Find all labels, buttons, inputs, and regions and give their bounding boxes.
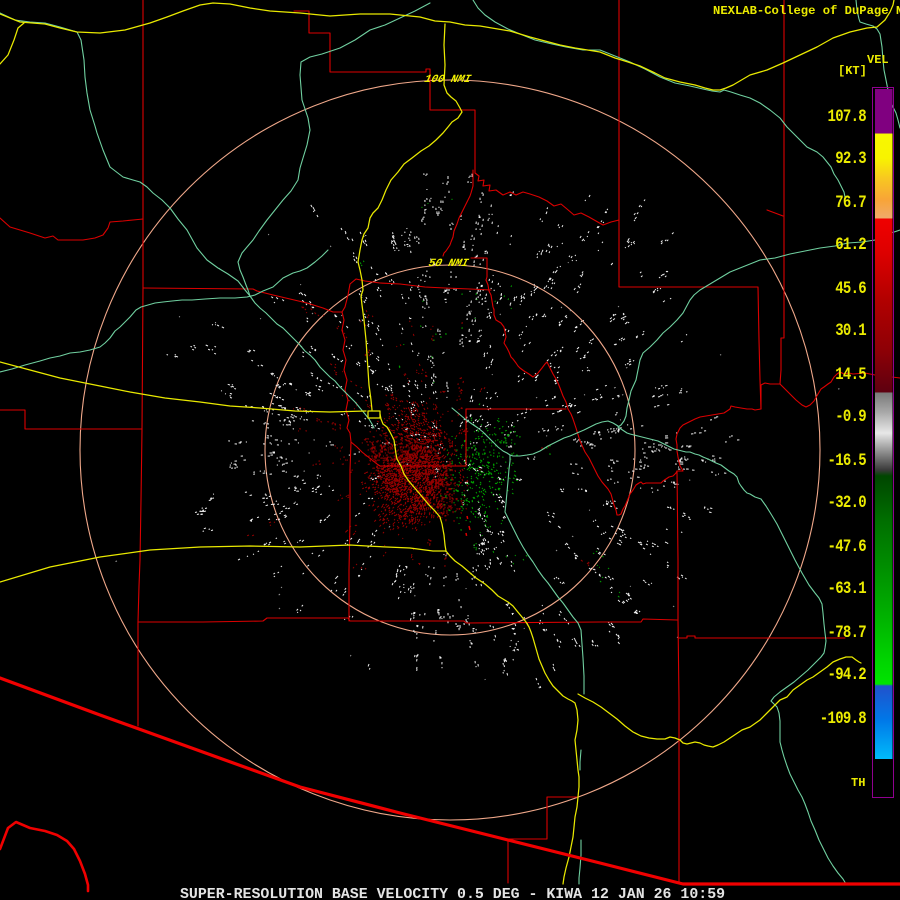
svg-text:-16.5: -16.5 (828, 451, 867, 471)
svg-text:50 NMI: 50 NMI (427, 258, 470, 270)
svg-text:-109.8: -109.8 (820, 709, 867, 729)
svg-text:-0.9: -0.9 (835, 407, 866, 427)
svg-text:14.5: 14.5 (835, 365, 866, 385)
svg-text:NEXLAB-College of DuPage N: NEXLAB-College of DuPage N (713, 4, 900, 18)
svg-text:VEL: VEL (867, 53, 889, 67)
svg-text:92.3: 92.3 (835, 149, 866, 169)
svg-text:TH: TH (851, 776, 865, 790)
svg-text:-78.7: -78.7 (828, 623, 867, 643)
svg-text:-32.0: -32.0 (828, 493, 867, 513)
svg-text:76.7: 76.7 (835, 193, 866, 213)
svg-text:100 NMI: 100 NMI (423, 74, 472, 86)
svg-text:30.1: 30.1 (835, 321, 866, 341)
svg-text:-94.2: -94.2 (828, 665, 867, 685)
svg-text:[KT]: [KT] (838, 64, 867, 78)
svg-text:-47.6: -47.6 (828, 537, 867, 557)
svg-text:107.8: 107.8 (828, 107, 867, 127)
svg-text:45.6: 45.6 (835, 279, 866, 299)
svg-text:SUPER-RESOLUTION BASE VELOCITY: SUPER-RESOLUTION BASE VELOCITY 0.5 DEG -… (180, 887, 725, 900)
svg-text:61.2: 61.2 (835, 235, 866, 255)
svg-text:-63.1: -63.1 (828, 579, 867, 599)
